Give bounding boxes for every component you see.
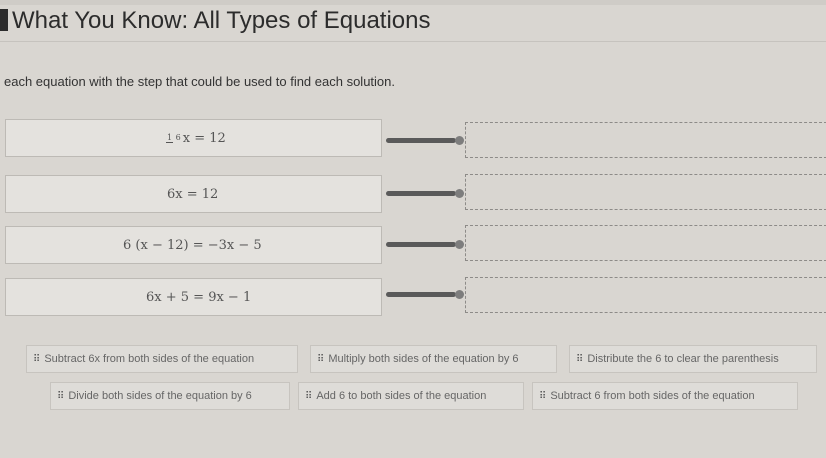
match-connector-1[interactable] (384, 136, 464, 145)
step-chip-multiply-6[interactable]: ⠿ Multiply both sides of the equation by … (310, 345, 557, 373)
equation-1-rest: x = 12 (182, 130, 226, 146)
drop-zone-2[interactable] (465, 174, 826, 210)
equation-4: 6x + 5 = 9x − 1 (146, 289, 252, 305)
page-title-text: What You Know: All Types of Equations (12, 7, 431, 34)
page-title: What You Know: All Types of Equations (0, 6, 431, 40)
step-label: Multiply both sides of the equation by 6 (328, 353, 519, 365)
step-label: Subtract 6 from both sides of the equati… (550, 390, 755, 402)
connector-handle-icon[interactable] (455, 189, 464, 198)
drag-grip-icon[interactable]: ⠿ (317, 354, 324, 365)
drag-grip-icon[interactable]: ⠿ (305, 391, 312, 402)
step-chip-subtract-6x[interactable]: ⠿ Subtract 6x from both sides of the equa… (26, 345, 298, 373)
drag-grip-icon[interactable]: ⠿ (57, 391, 64, 402)
drop-zone-1[interactable] (465, 122, 826, 158)
equation-2: 6x = 12 (167, 186, 219, 202)
equation-3: 6 (x − 12) = −3x − 5 (123, 237, 262, 253)
drag-grip-icon[interactable]: ⠿ (576, 354, 583, 365)
match-connector-2[interactable] (384, 189, 464, 198)
top-bar (0, 0, 826, 5)
step-label: Distribute the 6 to clear the parenthesi… (587, 353, 779, 365)
connector-handle-icon[interactable] (455, 136, 464, 145)
step-label: Add 6 to both sides of the equation (316, 390, 487, 402)
instruction-text: each equation with the step that could b… (4, 74, 395, 89)
fraction-numerator: 1 (166, 132, 174, 143)
fraction-denominator: 6 (175, 132, 181, 142)
connector-handle-icon[interactable] (455, 240, 464, 249)
connector-handle-icon[interactable] (455, 290, 464, 299)
drag-grip-icon[interactable]: ⠿ (539, 391, 546, 402)
step-chip-add-6[interactable]: ⠿ Add 6 to both sides of the equation (298, 382, 524, 410)
drop-zone-4[interactable] (465, 277, 826, 313)
match-connector-4[interactable] (384, 290, 464, 299)
equation-box-3: 6 (x − 12) = −3x − 5 (5, 226, 382, 264)
header-divider (0, 41, 826, 42)
drop-zone-3[interactable] (465, 225, 826, 261)
equation-box-2: 6x = 12 (5, 175, 382, 213)
drag-grip-icon[interactable]: ⠿ (33, 354, 40, 365)
collapse-marker-icon (0, 9, 8, 31)
match-connector-3[interactable] (384, 240, 464, 249)
step-label: Divide both sides of the equation by 6 (68, 390, 252, 402)
step-chip-distribute-6[interactable]: ⠿ Distribute the 6 to clear the parenthes… (569, 345, 817, 373)
equation-box-4: 6x + 5 = 9x − 1 (5, 278, 382, 316)
step-chip-divide-6[interactable]: ⠿ Divide both sides of the equation by 6 (50, 382, 290, 410)
equation-1: 1 6 x = 12 (166, 131, 226, 146)
step-chip-subtract-6[interactable]: ⠿ Subtract 6 from both sides of the equat… (532, 382, 798, 410)
equation-box-1: 1 6 x = 12 (5, 119, 382, 157)
fraction: 1 6 (166, 132, 181, 143)
step-label: Subtract 6x from both sides of the equat… (44, 353, 255, 365)
